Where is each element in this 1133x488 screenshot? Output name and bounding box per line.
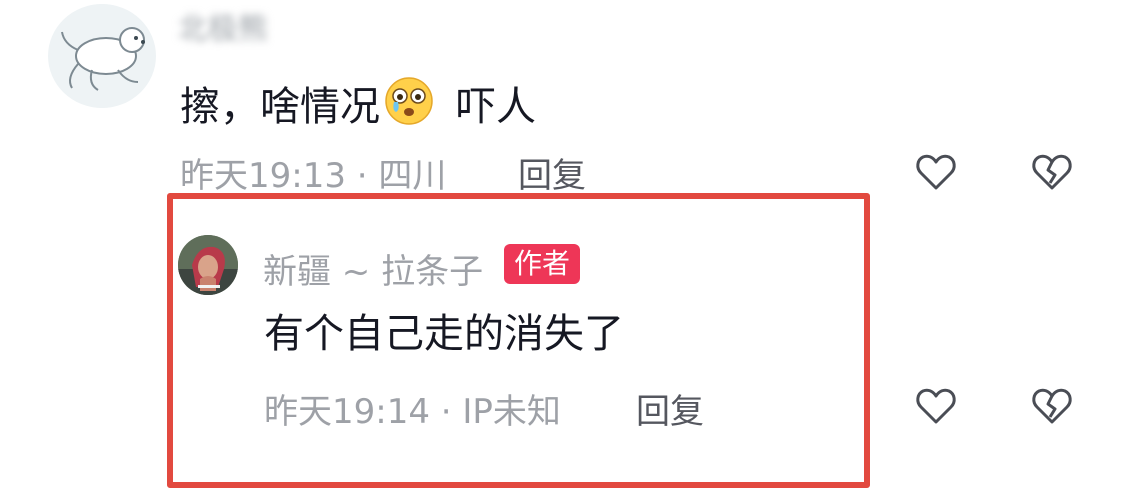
like-button[interactable] (914, 150, 958, 194)
reply-text: 有个自己走的消失了 (264, 311, 624, 357)
reply-time-location: 昨天19:14 · IP未知 (264, 392, 561, 432)
heart-outline-icon (916, 154, 956, 190)
reply-button[interactable]: 回复 (518, 148, 586, 197)
user-avatar-icon (178, 235, 238, 295)
crying-face-emoji-icon (385, 77, 433, 125)
avatar[interactable] (178, 235, 238, 295)
comment-username[interactable]: 北极熊 (178, 4, 268, 48)
reply-button[interactable]: 回复 (636, 384, 704, 433)
author-badge: 作者 (504, 244, 581, 284)
avatar[interactable] (48, 4, 156, 108)
broken-heart-icon (1032, 154, 1072, 190)
polar-bear-avatar-icon (50, 4, 154, 108)
dislike-button[interactable] (1030, 384, 1074, 428)
broken-heart-icon (1032, 388, 1072, 424)
comment-text-part: 擦，啥情况 (180, 84, 380, 130)
comment-time-location: 昨天19:13 · 四川 (180, 156, 447, 196)
comment-text: 擦，啥情况 吓人 (180, 76, 536, 131)
heart-outline-icon (916, 388, 956, 424)
comment-text-part: 吓人 (456, 84, 536, 130)
like-button[interactable] (914, 384, 958, 428)
dislike-button[interactable] (1030, 150, 1074, 194)
reply-username[interactable]: 新疆 ~ 拉条子 (263, 244, 483, 293)
